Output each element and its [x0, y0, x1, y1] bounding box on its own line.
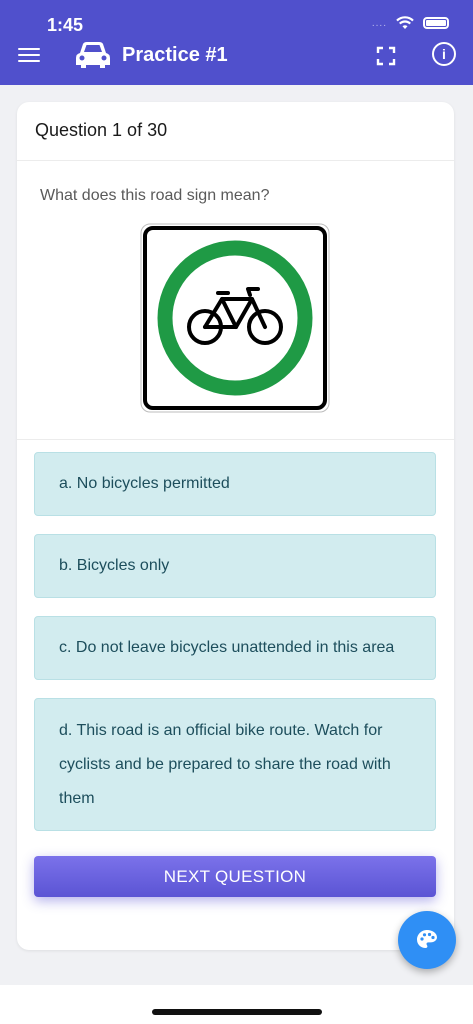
signal-icon: ....	[371, 17, 387, 29]
theme-palette-button[interactable]	[398, 911, 456, 969]
bottom-safe-area	[0, 985, 473, 1024]
car-icon	[76, 42, 110, 68]
bicycle-sign-icon	[140, 223, 330, 413]
answer-option-b[interactable]: b. Bicycles only	[34, 534, 436, 598]
expand-icon[interactable]	[376, 46, 396, 66]
page-title: Practice #1	[122, 44, 228, 66]
menu-button[interactable]	[18, 44, 40, 66]
divider	[17, 439, 454, 440]
question-text: What does this road sign mean?	[40, 187, 270, 204]
home-indicator	[152, 1009, 322, 1015]
question-card: Question 1 of 30 What does this road sig…	[17, 102, 454, 950]
battery-icon	[423, 17, 449, 29]
answer-option-d[interactable]: d. This road is an official bike route. …	[34, 698, 436, 831]
status-icons: ....	[372, 16, 449, 30]
wifi-icon	[396, 16, 414, 29]
answer-option-c[interactable]: c. Do not leave bicycles unattended in t…	[34, 616, 436, 680]
menu-icon	[18, 48, 40, 50]
status-time: 1:45	[47, 15, 84, 35]
question-counter: Question 1 of 30	[35, 120, 168, 140]
next-question-button[interactable]: NEXT QUESTION	[34, 856, 436, 897]
palette-icon	[417, 930, 437, 948]
app-header: 1:45 .... Practice #1 i	[0, 0, 473, 85]
info-icon[interactable]: i	[432, 42, 456, 66]
answer-option-a[interactable]: a. No bicycles permitted	[34, 452, 436, 516]
